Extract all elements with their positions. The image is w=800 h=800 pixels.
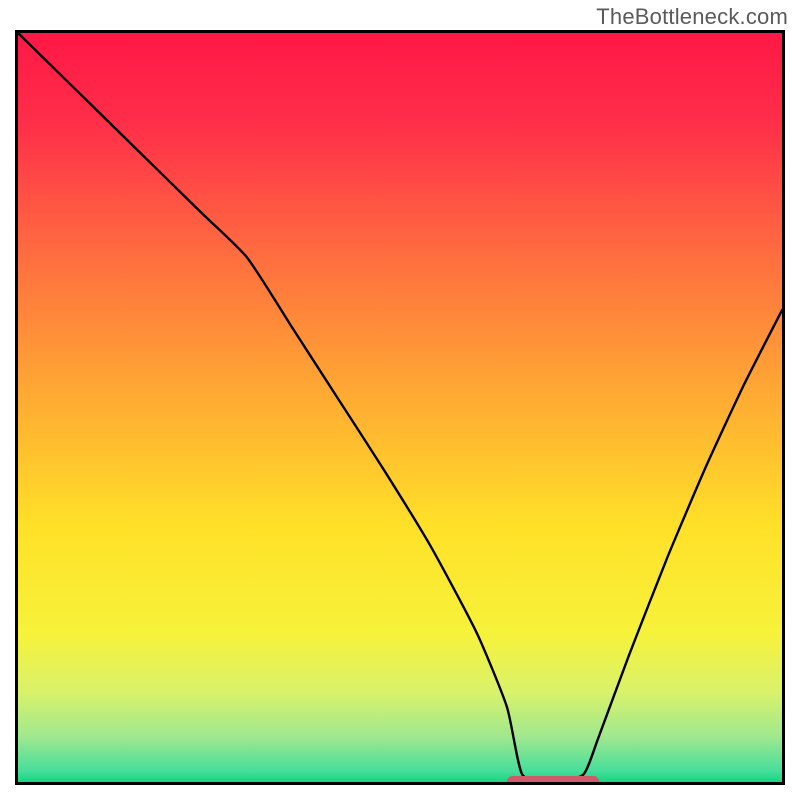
optimal-range-marker (507, 776, 599, 785)
bottleneck-curve (18, 33, 782, 782)
curve-layer (18, 33, 782, 782)
watermark-text: TheBottleneck.com (596, 4, 788, 30)
plot-area (15, 30, 785, 785)
chart-container: TheBottleneck.com (0, 0, 800, 800)
